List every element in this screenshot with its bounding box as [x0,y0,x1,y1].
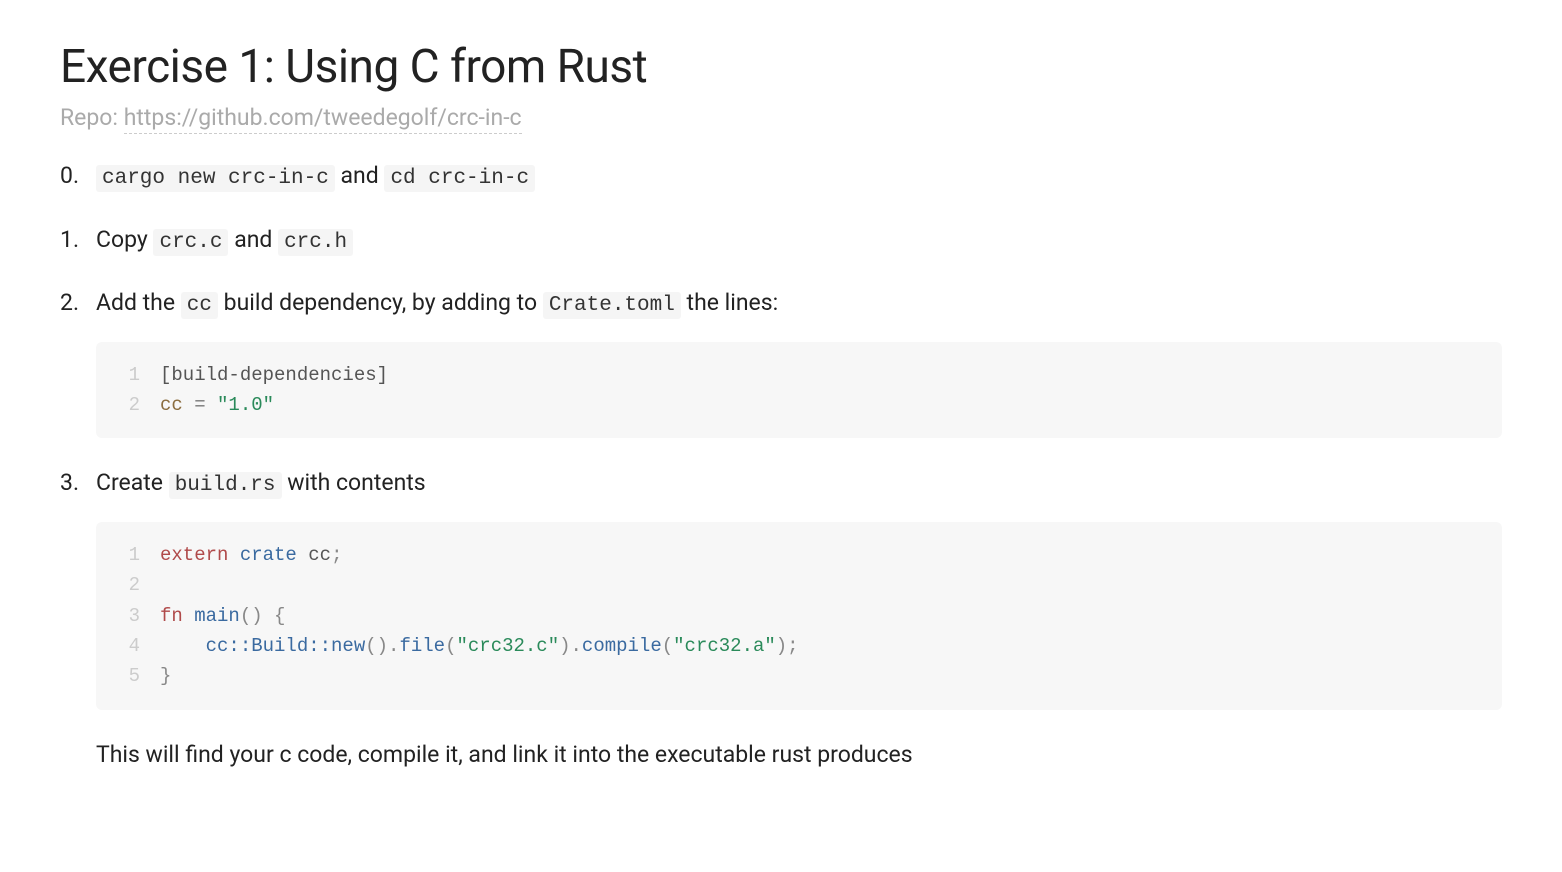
token-key: cc [160,390,183,420]
code-line: 1 extern crate cc; [116,540,1482,570]
token-path: cc::Build::new [206,631,366,661]
repo-link[interactable]: https://github.com/tweedegolf/crc-in-c [124,104,522,134]
inline-code: crc.c [153,229,228,256]
token-fn: compile [582,631,662,661]
line-number: 1 [116,360,140,390]
step-1: Copy crc.c and crc.h [60,223,1502,259]
text: build dependency, by adding to [218,289,543,316]
token-punc: ; [331,540,342,570]
code-line: 2 [116,570,1482,600]
token-keyword: extern [160,540,228,570]
inline-code: build.rs [169,472,282,499]
code-block-rust: 1 extern crate cc; 2 3 fn main() { 4 cc::B… [96,522,1502,710]
token-punc: ( [445,631,456,661]
text: Add the [96,289,181,316]
step-2: Add the cc build dependency, by adding t… [60,286,1502,438]
token-string: "1.0" [217,390,274,420]
code-line: 3 fn main() { [116,601,1482,631]
inline-code: crc.h [278,229,353,256]
token-punc: ( [662,631,673,661]
inline-code: Crate.toml [543,292,681,319]
token-fn: file [399,631,445,661]
text: with contents [282,469,426,496]
token-indent [160,631,206,661]
token-punc: { [263,601,286,631]
text: and [228,226,278,253]
code-line: 1 [build-dependencies] [116,360,1482,390]
token-punc: (). [365,631,399,661]
line-number: 4 [116,631,140,661]
repo-line: Repo: https://github.com/tweedegolf/crc-… [60,104,1502,131]
line-number: 3 [116,601,140,631]
token-keyword: crate [228,540,308,570]
line-number: 5 [116,661,140,691]
token-ident: cc [308,540,331,570]
line-number: 1 [116,540,140,570]
inline-code: cd crc-in-c [384,165,535,192]
repo-label: Repo: [60,104,124,131]
inline-code: cc [181,292,218,319]
token-punc: () [240,601,263,631]
followup-text: This will find your c code, compile it, … [96,738,1502,773]
inline-code: cargo new crc-in-c [96,165,335,192]
token-string: "crc32.a" [673,631,776,661]
code-line: 5} [116,661,1482,691]
text: Create [96,469,169,496]
steps-list: cargo new crc-in-c and cd crc-in-c Copy … [60,159,1502,772]
code-line: 2 cc = "1.0" [116,390,1482,420]
text: the lines: [681,289,778,316]
token-string: "crc32.c" [456,631,559,661]
line-number: 2 [116,570,140,600]
step-0: cargo new crc-in-c and cd crc-in-c [60,159,1502,195]
line-number: 2 [116,390,140,420]
text: and [335,162,385,189]
token-fn: main [183,601,240,631]
token-op: = [183,390,217,420]
token-section: [build-dependencies] [160,360,388,390]
token-keyword: fn [160,601,183,631]
token-punc: } [160,661,171,691]
code-line: 4 cc::Build::new().file("crc32.c").compi… [116,631,1482,661]
page-title: Exercise 1: Using C from Rust [60,40,1502,94]
step-3: Create build.rs with contents 1 extern cr… [60,466,1502,772]
token-punc: ). [559,631,582,661]
token-punc: ); [776,631,799,661]
text: Copy [96,226,153,253]
code-block-toml: 1 [build-dependencies] 2 cc = "1.0" [96,342,1502,439]
